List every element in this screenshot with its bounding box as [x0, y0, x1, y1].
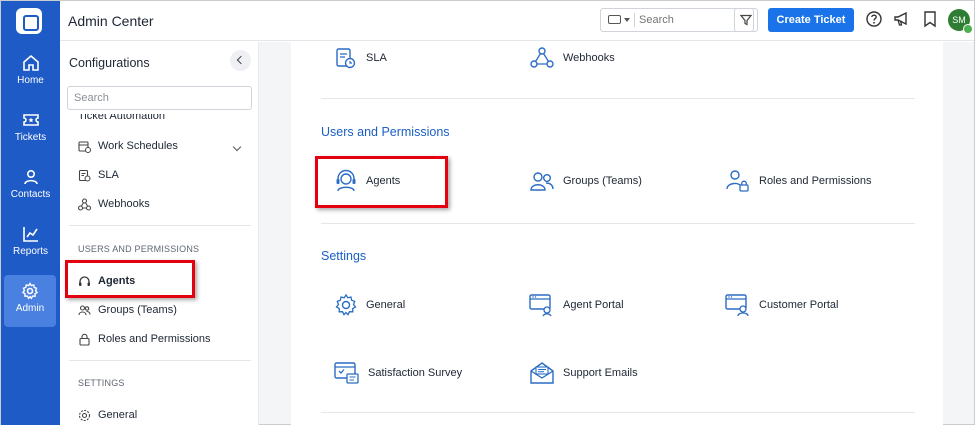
app-rail: Home Tickets Contacts Reports Admin	[1, 1, 60, 425]
tile-satisfaction-survey[interactable]: Satisfaction Survey	[334, 358, 462, 388]
chevron-down-icon[interactable]	[232, 142, 242, 152]
rail-item-tickets[interactable]: Tickets	[1, 104, 60, 156]
sla-icon	[78, 169, 91, 181]
collapse-panel-button[interactable]	[230, 50, 251, 71]
divider	[321, 412, 915, 413]
section-label-users: USERS AND PERMISSIONS	[78, 244, 200, 254]
configurations-panel: Configurations Ticket Automation Work Sc…	[60, 42, 259, 425]
tile-label: Agent Portal	[563, 299, 624, 311]
top-bar: Admin Center Create Ticket SM	[60, 1, 974, 41]
sidebar-item-roles[interactable]: Roles and Permissions	[78, 330, 211, 348]
tile-groups[interactable]: Groups (Teams)	[529, 166, 642, 196]
rail-item-label: Tickets	[14, 132, 47, 143]
sidebar-item-sla[interactable]: SLA	[78, 166, 119, 184]
search-divider	[634, 13, 635, 27]
sidebar-item-label: Roles and Permissions	[98, 333, 211, 345]
rail-item-reports[interactable]: Reports	[1, 218, 60, 270]
divider	[69, 225, 251, 226]
section-title-settings: Settings	[321, 249, 367, 263]
group-icon	[78, 304, 91, 315]
chevron-left-icon	[236, 55, 246, 65]
webhook-icon	[78, 197, 91, 211]
tile-label: Customer Portal	[759, 299, 839, 311]
agent-portal-icon	[529, 294, 552, 317]
tile-webhooks[interactable]: Webhooks	[529, 43, 615, 73]
highlight-box	[315, 156, 448, 208]
create-ticket-button[interactable]: Create Ticket	[768, 8, 854, 32]
sidebar-item-label: Webhooks	[98, 198, 150, 210]
bookmark-icon[interactable]	[921, 10, 939, 28]
help-icon[interactable]	[865, 10, 883, 28]
rail-item-home[interactable]: Home	[1, 47, 60, 99]
global-search[interactable]	[600, 8, 754, 32]
panel-title: Configurations	[69, 56, 150, 70]
group-icon	[530, 172, 554, 191]
tile-label: Support Emails	[563, 367, 638, 379]
sidebar-item-groups[interactable]: Groups (Teams)	[78, 301, 177, 319]
section-title-users: Users and Permissions	[321, 125, 450, 139]
tile-sla[interactable]: SLA	[334, 43, 387, 73]
rail-item-admin[interactable]: Admin	[4, 275, 56, 327]
customer-portal-icon	[725, 294, 749, 317]
tile-roles-permissions[interactable]: Roles and Permissions	[725, 166, 872, 196]
chart-icon	[22, 227, 38, 242]
rail-item-label: Reports	[12, 246, 48, 257]
filter-button[interactable]	[734, 8, 758, 32]
tile-label: SLA	[366, 52, 387, 64]
rail-item-label: Home	[17, 75, 44, 86]
home-icon	[22, 54, 39, 71]
sidebar-item-ticket-automation[interactable]: Ticket Automation	[78, 114, 165, 122]
sidebar-item-webhooks[interactable]: Webhooks	[78, 195, 150, 213]
sla-icon	[336, 48, 356, 69]
section-label-settings: SETTINGS	[78, 378, 125, 388]
divider	[69, 360, 251, 361]
contact-icon	[23, 169, 38, 185]
ticket-icon	[22, 114, 39, 126]
gear-icon	[335, 293, 357, 316]
survey-icon	[334, 362, 359, 384]
sidebar-item-label: SLA	[98, 169, 119, 181]
tile-label: Webhooks	[563, 52, 615, 64]
sidebar-item-label: General	[98, 409, 138, 421]
tile-label: Groups (Teams)	[563, 175, 642, 187]
app-logo[interactable]	[16, 8, 42, 34]
sidebar-item-label: Work Schedules	[98, 140, 178, 152]
status-badge	[963, 24, 973, 34]
rail-item-label: Admin	[15, 303, 45, 314]
lock-icon	[79, 333, 90, 346]
page-title: Admin Center	[68, 13, 154, 29]
tile-customer-portal[interactable]: Customer Portal	[725, 290, 838, 320]
user-lock-icon	[726, 170, 749, 192]
rail-item-contacts[interactable]: Contacts	[1, 161, 60, 213]
search-type-icon[interactable]	[608, 15, 621, 24]
chevron-down-icon[interactable]	[624, 18, 630, 22]
tile-general[interactable]: General	[334, 290, 405, 320]
envelope-icon	[530, 362, 554, 384]
gear-icon	[21, 282, 39, 300]
rail-item-label: Contacts	[10, 189, 51, 200]
calendar-clock-icon	[78, 140, 91, 153]
highlight-box	[65, 260, 195, 298]
tile-label: General	[366, 299, 406, 311]
webhook-icon	[530, 47, 554, 68]
search-input[interactable]	[639, 11, 749, 29]
gear-icon	[78, 409, 91, 421]
sidebar-item-label: Groups (Teams)	[98, 304, 177, 316]
config-search-input[interactable]	[67, 86, 252, 110]
sidebar-item-general[interactable]: General	[78, 406, 137, 424]
divider	[321, 223, 915, 224]
divider	[321, 98, 915, 99]
tile-label: Satisfaction Survey	[368, 367, 463, 379]
tile-agent-portal[interactable]: Agent Portal	[529, 290, 624, 320]
sidebar-item-work-schedules[interactable]: Work Schedules	[78, 137, 178, 155]
tile-support-emails[interactable]: Support Emails	[529, 358, 638, 388]
filter-icon	[740, 14, 752, 26]
megaphone-icon[interactable]	[893, 10, 911, 28]
tile-label: Roles and Permissions	[759, 175, 872, 187]
